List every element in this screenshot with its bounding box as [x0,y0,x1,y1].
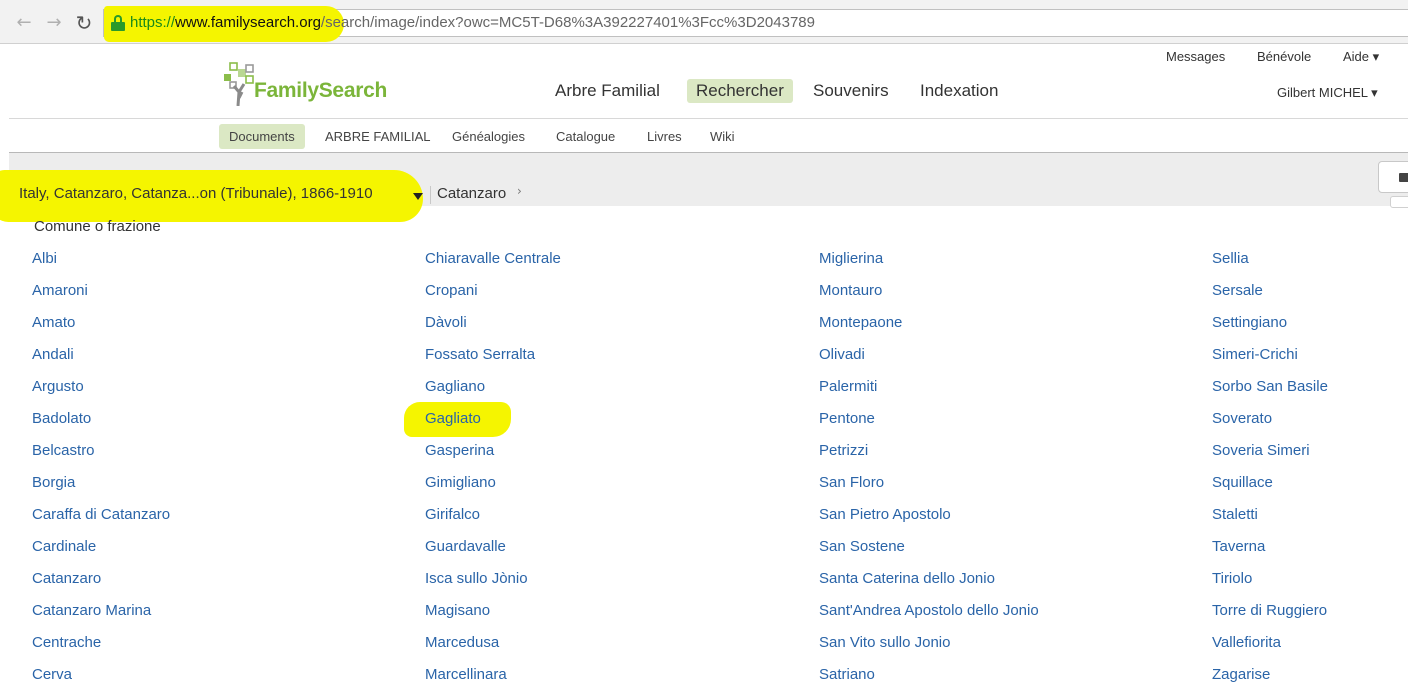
place-link[interactable]: Soverato [1212,410,1272,428]
archive-icon [1399,173,1408,182]
viewer-tool-button-secondary[interactable] [1390,196,1408,208]
nav-memories[interactable]: Souvenirs [804,79,898,103]
place-link[interactable]: Amato [32,314,75,332]
subnav-wiki[interactable]: Wiki [700,124,745,149]
place-link[interactable]: Palermiti [819,378,877,396]
place-link[interactable]: Miglierina [819,250,883,268]
header-divider [9,118,1408,119]
breadcrumb-current[interactable]: Catanzaro [437,185,506,202]
subnav-catalog[interactable]: Catalogue [546,124,625,149]
place-link[interactable]: Sant'Andrea Apostolo dello Jonio [819,602,1039,620]
place-link[interactable]: Cerva [32,666,72,684]
place-link[interactable]: San Floro [819,474,884,492]
place-link[interactable]: Gagliano [425,378,485,396]
place-link[interactable]: Pentone [819,410,875,428]
place-link[interactable]: Satriano [819,666,875,684]
subnav-documents[interactable]: Documents [219,124,305,149]
place-link[interactable]: Montepaone [819,314,902,332]
address-bar[interactable]: https://www.familysearch.org/search/imag… [103,6,1408,42]
place-link[interactable]: San Vito sullo Jonio [819,634,950,652]
place-link[interactable]: Isca sullo Jònio [425,570,528,588]
volunteer-link[interactable]: Bénévole [1257,49,1311,64]
place-link[interactable]: Taverna [1212,538,1265,556]
place-link[interactable]: Gagliato [425,410,481,428]
user-menu[interactable]: Gilbert MICHEL ▾ [1277,85,1378,101]
place-link[interactable]: Fossato Serralta [425,346,535,364]
place-link[interactable]: Gimigliano [425,474,496,492]
place-link[interactable]: Petrizzi [819,442,868,460]
place-link[interactable]: Settingiano [1212,314,1287,332]
nav-indexing[interactable]: Indexation [911,79,1007,103]
place-link[interactable]: Guardavalle [425,538,506,556]
place-link[interactable]: San Sostene [819,538,905,556]
place-link[interactable]: Staletti [1212,506,1258,524]
place-link[interactable]: Olivadi [819,346,865,364]
place-link[interactable]: Caraffa di Catanzaro [32,506,170,524]
browser-toolbar: ← → ↻ https://www.familysearch.org/searc… [0,0,1408,44]
place-link[interactable]: Marcedusa [425,634,499,652]
place-link[interactable]: Girifalco [425,506,480,524]
place-link[interactable]: Belcastro [32,442,95,460]
place-link[interactable]: Cardinale [32,538,96,556]
place-link[interactable]: Sellia [1212,250,1249,268]
caret-down-icon[interactable] [413,193,423,200]
place-link[interactable]: Argusto [32,378,84,396]
place-link[interactable]: Simeri-Crichi [1212,346,1298,364]
viewer-tool-button[interactable] [1378,161,1408,193]
lock-icon [111,15,125,31]
url-scheme: https:// [130,14,176,31]
place-link[interactable]: Chiaravalle Centrale [425,250,561,268]
url-text: https://www.familysearch.org/search/imag… [130,14,815,31]
place-link[interactable]: Dàvoli [425,314,467,332]
place-link[interactable]: Santa Caterina dello Jonio [819,570,995,588]
subnav-genealogies[interactable]: Généalogies [442,124,535,149]
url-domain: www.familysearch.org [175,14,321,31]
place-link[interactable]: Gasperina [425,442,494,460]
place-link[interactable]: Montauro [819,282,882,300]
place-link[interactable]: Amaroni [32,282,88,300]
place-link[interactable]: Tiriolo [1212,570,1252,588]
back-arrow-icon[interactable]: ← [14,13,34,33]
place-link[interactable]: Catanzaro [32,570,101,588]
nav-family-tree[interactable]: Arbre Familial [546,79,669,103]
place-link[interactable]: Torre di Ruggiero [1212,602,1327,620]
collection-selector[interactable]: Italy, Catanzaro, Catanza...on (Tribunal… [19,185,373,202]
place-link[interactable]: Albi [32,250,57,268]
place-link[interactable]: Centrache [32,634,101,652]
reload-icon[interactable]: ↻ [74,13,94,33]
place-link[interactable]: Soveria Simeri [1212,442,1310,460]
place-link[interactable]: Zagarise [1212,666,1270,684]
chevron-right-icon: › [517,184,522,198]
place-link[interactable]: Magisano [425,602,490,620]
place-link[interactable]: Badolato [32,410,91,428]
help-menu[interactable]: Aide ▾ [1343,49,1379,65]
place-link[interactable]: Sersale [1212,282,1263,300]
place-link[interactable]: Vallefiorita [1212,634,1281,652]
nav-search[interactable]: Rechercher [687,79,793,103]
url-path: /search/image/index?owc=MC5T-D68%3A39222… [320,14,815,31]
place-link[interactable]: Andali [32,346,74,364]
tree-logo-icon [224,62,254,106]
place-link[interactable]: San Pietro Apostolo [819,506,951,524]
place-link[interactable]: Sorbo San Basile [1212,378,1328,396]
logo-text: FamilySearch [254,79,387,102]
breadcrumb-separator [430,186,431,204]
forward-arrow-icon[interactable]: → [44,13,64,33]
subnav-books[interactable]: Livres [637,124,692,149]
place-link[interactable]: Cropani [425,282,478,300]
place-link[interactable]: Catanzaro Marina [32,602,151,620]
place-link[interactable]: Marcellinara [425,666,507,684]
subnav-family-tree[interactable]: ARBRE FAMILIAL [315,124,440,149]
place-link[interactable]: Borgia [32,474,75,492]
messages-link[interactable]: Messages [1166,49,1225,64]
column-heading: Comune o frazione [34,218,161,235]
place-link[interactable]: Squillace [1212,474,1273,492]
